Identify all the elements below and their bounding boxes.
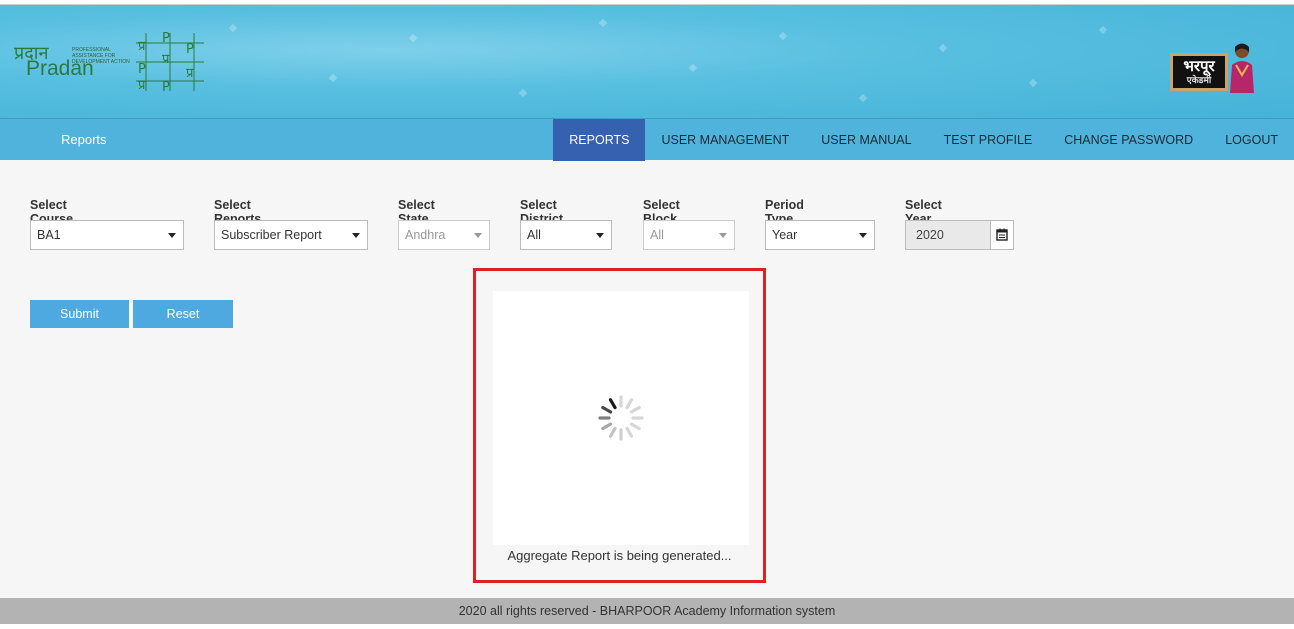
grid-letter-7: प्र <box>138 78 146 93</box>
filter-district: Select District All <box>520 198 612 250</box>
header-banner: प्रदान Pradan PROFESSIONAL ASSISTANCE FO… <box>0 5 1294 118</box>
district-select[interactable]: All <box>520 220 612 250</box>
year-input-value: 2020 <box>916 228 944 242</box>
filter-state: Select State Andhra <box>398 198 490 250</box>
calendar-icon <box>996 228 1008 241</box>
grid-letter-8: P <box>162 80 170 95</box>
district-select-value: All <box>527 228 541 242</box>
main-navbar: Reports REPORTS USER MANAGEMENT USER MAN… <box>0 118 1294 161</box>
block-label: Select Block <box>643 198 680 226</box>
filter-reports: Select Reports Subscriber Report <box>214 198 368 250</box>
bharpoor-academy-logo: भरपूर एकेडमी <box>1168 39 1260 95</box>
chevron-down-icon <box>596 233 604 238</box>
reports-select-value: Subscriber Report <box>221 228 322 242</box>
block-select[interactable]: All <box>643 220 735 250</box>
chevron-down-icon <box>859 233 867 238</box>
chevron-down-icon <box>474 233 482 238</box>
nav-menu: REPORTS USER MANAGEMENT USER MANUAL TEST… <box>553 119 1294 161</box>
pradan-logo: प्रदान Pradan PROFESSIONAL ASSISTANCE FO… <box>14 41 130 85</box>
period-type-select-value: Year <box>772 228 798 242</box>
footer: 2020 all rights reserved - BHARPOOR Acad… <box>0 598 1294 624</box>
loading-modal-highlight: Aggregate Report is being generated... <box>473 268 766 583</box>
state-select[interactable]: Andhra <box>398 220 490 250</box>
grid-letter-5: P <box>138 62 146 77</box>
bharpoor-logo-hindi: भरपूर <box>1183 57 1215 75</box>
filter-course: Select Course BA1 <box>30 198 184 250</box>
footer-text: 2020 all rights reserved - BHARPOOR Acad… <box>458 604 836 618</box>
course-select[interactable]: BA1 <box>30 220 184 250</box>
bharpoor-logo-sub: एकेडमी <box>1186 76 1212 86</box>
course-select-value: BA1 <box>37 228 61 242</box>
chevron-down-icon <box>352 233 360 238</box>
course-label: Select Course <box>30 198 74 226</box>
calendar-button[interactable] <box>990 220 1014 250</box>
chevron-down-icon <box>168 233 176 238</box>
filter-year: Select Year 2020 <box>905 198 1014 250</box>
year-label: Select Year <box>905 198 942 226</box>
grid-letter-6: प्र <box>186 66 194 81</box>
grid-letter-4: P <box>186 42 194 57</box>
teacher-figure-icon <box>1230 43 1254 93</box>
navbar-brand[interactable]: Reports <box>61 132 107 147</box>
filter-period-type: Period Type Year <box>765 198 875 250</box>
pradan-tagline: PROFESSIONAL ASSISTANCE FOR DEVELOPMENT … <box>72 47 130 65</box>
district-label: Select District <box>520 198 564 226</box>
grid-letter-1: प्र <box>138 39 146 54</box>
submit-button[interactable]: Submit <box>30 300 129 328</box>
loading-modal <box>493 291 749 545</box>
bottom-border <box>0 624 1294 629</box>
nav-item-user-management[interactable]: USER MANAGEMENT <box>645 119 805 161</box>
reports-label: Select Reports <box>214 198 262 226</box>
grid-letter-3: प्र <box>162 52 170 67</box>
state-label: Select State <box>398 198 435 226</box>
bharpoor-chalkboard: भरपूर एकेडमी <box>1170 53 1228 91</box>
state-select-value: Andhra <box>405 228 446 242</box>
chevron-down-icon <box>719 233 727 238</box>
filter-block: Select Block All <box>643 198 735 250</box>
pradan-grid-logo: प्र P प्र P P प्र प्र P <box>136 31 204 95</box>
nav-item-user-manual[interactable]: USER MANUAL <box>805 119 927 161</box>
period-type-select[interactable]: Year <box>765 220 875 250</box>
reset-button[interactable]: Reset <box>133 300 233 328</box>
nav-item-change-password[interactable]: CHANGE PASSWORD <box>1048 119 1209 161</box>
grid-letter-2: P <box>162 31 170 46</box>
nav-item-test-profile[interactable]: TEST PROFILE <box>928 119 1049 161</box>
block-select-value: All <box>650 228 664 242</box>
reports-select[interactable]: Subscriber Report <box>214 220 368 250</box>
year-input[interactable]: 2020 <box>905 220 991 250</box>
nav-item-reports[interactable]: REPORTS <box>553 119 646 161</box>
period-type-label: Period Type <box>765 198 804 226</box>
loading-spinner-icon <box>598 395 644 441</box>
loading-message: Aggregate Report is being generated... <box>507 548 732 563</box>
nav-item-logout[interactable]: LOGOUT <box>1209 119 1294 161</box>
